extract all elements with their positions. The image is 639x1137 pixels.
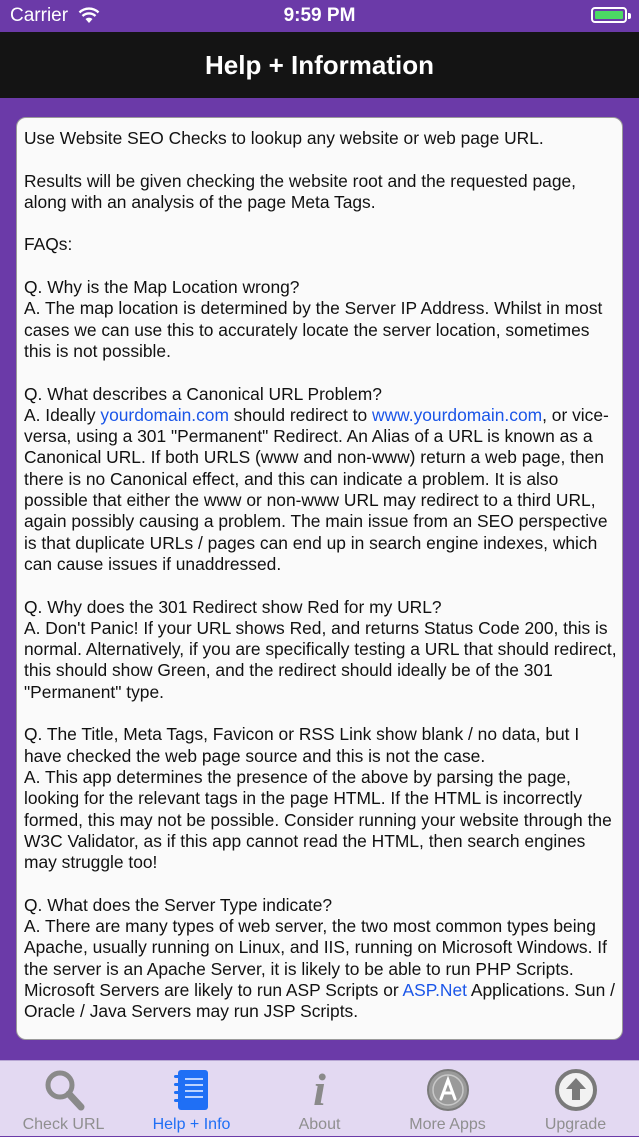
- tab-bar: Check URL Help + Info i About More Apps …: [0, 1060, 639, 1136]
- faq-answer-part: should redirect to: [228, 404, 373, 425]
- clock: 9:59 PM: [283, 5, 356, 26]
- status-bar: Carrier 9:59 PM: [0, 0, 639, 32]
- www-yourdomain-link[interactable]: www.yourdomain.com: [372, 405, 542, 425]
- tab-help-info[interactable]: Help + Info: [128, 1061, 255, 1137]
- notebook-icon: [173, 1070, 208, 1110]
- faq-item-map-location: Q. Why is the Map Location wrong? A. The…: [24, 277, 619, 362]
- faq-answer: A. Don't Panic! If your URL shows Red, a…: [24, 617, 617, 702]
- tab-label: Help + Info: [152, 1116, 231, 1133]
- app-store-icon: [426, 1069, 469, 1111]
- tab-upgrade[interactable]: Upgrade: [512, 1061, 639, 1137]
- faq-answer-part: A. Ideally: [24, 404, 101, 425]
- help-text: Use Website SEO Checks to lookup any web…: [24, 128, 619, 1039]
- yourdomain-link[interactable]: yourdomain.com: [100, 405, 229, 425]
- faq-item-301-redirect: Q. Why does the 301 Redirect show Red fo…: [24, 597, 619, 703]
- faq-question: Q. The Title, Meta Tags, Favicon or RSS …: [24, 724, 580, 766]
- faq-item-blank-data: Q. The Title, Meta Tags, Favicon or RSS …: [24, 724, 619, 873]
- tab-check-url[interactable]: Check URL: [0, 1061, 127, 1137]
- faq-question: Q. Why is the Map Location wrong?: [24, 277, 300, 298]
- intro-paragraph: Use Website SEO Checks to lookup any web…: [24, 128, 544, 148]
- upgrade-arrow-icon: [554, 1069, 597, 1111]
- help-text-view[interactable]: Use Website SEO Checks to lookup any web…: [16, 117, 623, 1040]
- tab-more-apps[interactable]: More Apps: [384, 1061, 511, 1137]
- asp-net-link[interactable]: ASP.Net: [403, 980, 467, 1000]
- battery-icon: [591, 7, 631, 23]
- tab-label: About: [298, 1116, 341, 1133]
- nav-bar: Help + Information: [0, 32, 639, 98]
- page-title: Help + Information: [205, 49, 434, 80]
- faq-question: Q. What describes a Canonical URL Proble…: [24, 383, 382, 404]
- tab-label: Upgrade: [544, 1116, 607, 1133]
- faq-answer: A. This app determines the presence of t…: [24, 766, 612, 873]
- faq-answer: A. The map location is determined by the…: [24, 298, 603, 361]
- faq-item-server-type: Q. What does the Server Type indicate? A…: [24, 895, 619, 1023]
- faq-answer-part: , or vice-versa, using a 301 "Permanent"…: [24, 404, 609, 574]
- results-paragraph: Results will be given checking the websi…: [24, 170, 577, 212]
- tab-about[interactable]: i About: [256, 1061, 383, 1137]
- faqs-heading: FAQs:: [24, 234, 73, 255]
- magnifier-icon: [45, 1070, 84, 1111]
- info-icon: i: [313, 1064, 326, 1115]
- tab-label: Check URL: [22, 1116, 105, 1133]
- tab-label: More Apps: [409, 1116, 486, 1133]
- faq-question: Q. What does the Server Type indicate?: [24, 894, 333, 915]
- faq-question: Q. Why does the 301 Redirect show Red fo…: [24, 596, 442, 617]
- faq-item-canonical: Q. What describes a Canonical URL Proble…: [24, 384, 619, 576]
